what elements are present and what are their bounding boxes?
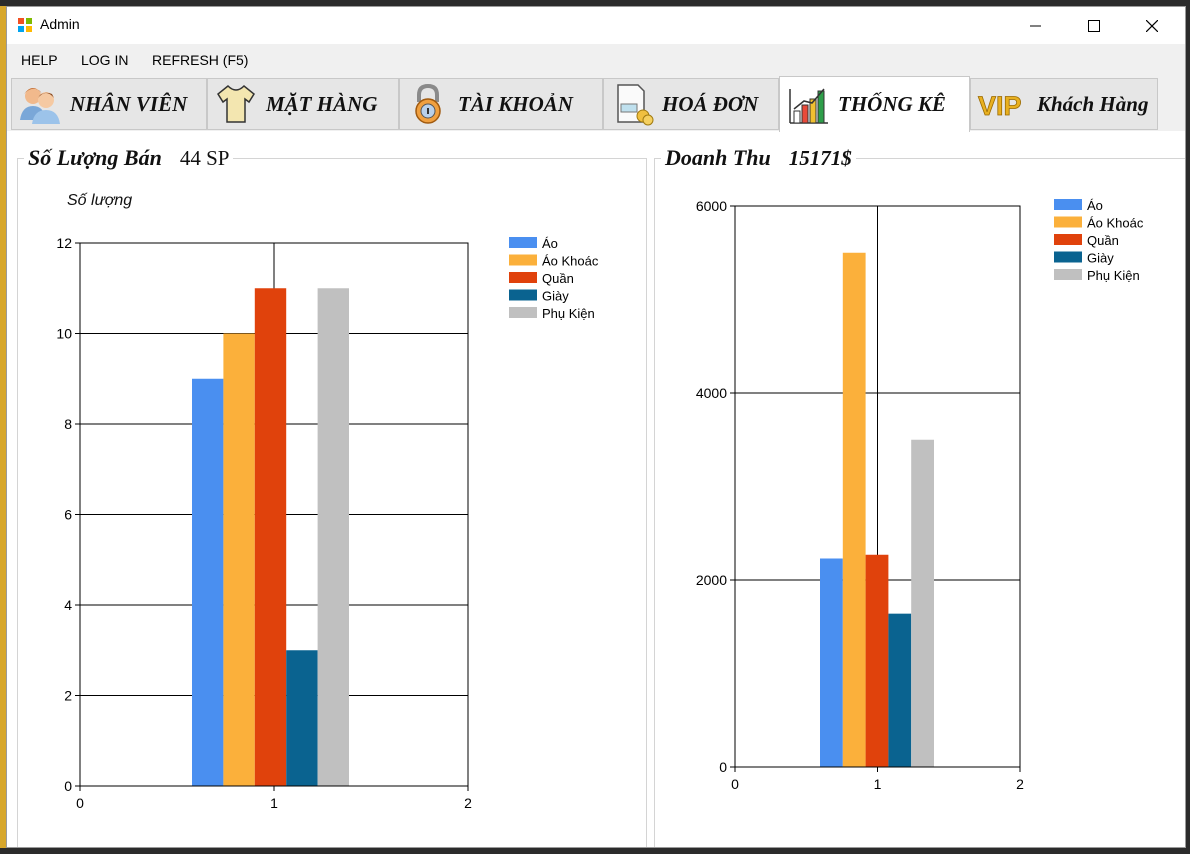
legend-swatch bbox=[509, 254, 537, 266]
legend-label: Áo bbox=[1087, 198, 1103, 213]
legend-label: Áo bbox=[542, 236, 558, 251]
tab-label: NHÂN VIÊN bbox=[70, 91, 188, 116]
menu-refresh[interactable]: REFRESH (F5) bbox=[152, 52, 248, 68]
y-tick-label: 2 bbox=[64, 688, 72, 704]
y-tick-label: 8 bbox=[64, 416, 72, 432]
window-title: Admin bbox=[40, 16, 80, 32]
statistics-panel: Số Lượng Bán 44 SP Doanh Thu 15171$ Số l… bbox=[7, 131, 1185, 847]
x-tick-label: 2 bbox=[464, 795, 472, 811]
y-tick-label: 0 bbox=[64, 778, 72, 794]
y-tick-label: 4000 bbox=[696, 385, 727, 401]
y-tick-label: 6 bbox=[64, 507, 72, 523]
bar-áo bbox=[192, 378, 224, 786]
invoice-coins-icon bbox=[617, 84, 654, 126]
close-icon bbox=[1146, 19, 1158, 32]
revenue-group-title: Doanh Thu 15171$ bbox=[661, 145, 856, 171]
x-tick-label: 1 bbox=[270, 795, 278, 811]
legend-label: Áo Khoác bbox=[542, 254, 599, 269]
legend-swatch bbox=[1054, 199, 1082, 210]
tab-label: Khách Hàng bbox=[1037, 91, 1149, 116]
x-tick-label: 0 bbox=[76, 795, 84, 811]
tab-strip: NHÂN VIÊN MẶT HÀNG TÀI KHOẢN HOÁ ĐƠN THỐ… bbox=[7, 76, 1185, 132]
tab-thong-ke[interactable]: THỐNG KÊ bbox=[779, 76, 970, 132]
legend-swatch bbox=[509, 307, 537, 318]
legend-label: Quần bbox=[542, 271, 574, 286]
bar-phụ-kiện bbox=[317, 288, 349, 786]
bar-áo-khoác bbox=[842, 252, 866, 767]
menu-help[interactable]: HELP bbox=[21, 52, 58, 68]
revenue-chart: 0 2000 4000 6000 0 1 2 Áo Áo Khoác Quần Giày Phụ Ki… bbox=[696, 198, 1144, 792]
app-icon bbox=[17, 17, 33, 33]
padlock-icon bbox=[415, 83, 441, 124]
quantity-label: Số Lượng Bán bbox=[28, 145, 162, 170]
tab-label: TÀI KHOẢN bbox=[458, 91, 573, 116]
legend-swatch bbox=[1054, 216, 1082, 228]
legend-label: Áo Khoác bbox=[1087, 216, 1144, 231]
tab-label: MẶT HÀNG bbox=[266, 91, 378, 116]
minimize-icon bbox=[1030, 25, 1041, 26]
legend-label: Giày bbox=[1087, 251, 1114, 266]
legend-label: Phụ Kiện bbox=[542, 306, 595, 321]
x-tick-label: 2 bbox=[1016, 776, 1024, 792]
bar-áo bbox=[820, 558, 843, 767]
admin-window: Admin HELP LOG IN REFRESH (F5) NHÂN VIÊN bbox=[6, 6, 1186, 848]
x-tick-label: 1 bbox=[874, 776, 882, 792]
y-tick-label: 0 bbox=[719, 759, 727, 775]
bar-quần bbox=[865, 554, 889, 767]
y-tick-label: 4 bbox=[64, 597, 72, 613]
close-button[interactable] bbox=[1123, 7, 1181, 44]
users-icon bbox=[20, 88, 60, 124]
quantity-group-title: Số Lượng Bán 44 SP bbox=[24, 145, 234, 171]
legend-label: Giày bbox=[542, 289, 569, 304]
legend-swatch bbox=[509, 237, 537, 248]
legend-swatch bbox=[1054, 269, 1082, 280]
legend-swatch bbox=[1054, 234, 1082, 245]
tab-nhan-vien[interactable]: NHÂN VIÊN bbox=[11, 78, 207, 130]
maximize-button[interactable] bbox=[1065, 7, 1123, 44]
menu-bar: HELP LOG IN REFRESH (F5) bbox=[7, 44, 1185, 76]
quantity-chart: Số lượng0246810120 1 2ÁoÁo KhoácQuầnGiàyPh… bbox=[56, 192, 599, 811]
quantity-value: 44 SP bbox=[179, 146, 230, 170]
tab-mat-hang[interactable]: MẶT HÀNG bbox=[207, 78, 399, 130]
revenue-value: 15171$ bbox=[788, 146, 852, 170]
tab-label: THỐNG KÊ bbox=[838, 92, 946, 116]
x-tick-label: 0 bbox=[731, 776, 739, 792]
legend-swatch bbox=[1054, 251, 1082, 263]
legend-label: Phụ Kiện bbox=[1087, 268, 1140, 283]
bar-giày bbox=[888, 613, 912, 767]
y-tick-label: 10 bbox=[56, 326, 72, 342]
menu-login[interactable]: LOG IN bbox=[81, 52, 128, 68]
legend-label: Quần bbox=[1087, 233, 1119, 248]
title-bar[interactable]: Admin bbox=[7, 7, 1185, 44]
y-tick-label: 6000 bbox=[696, 198, 727, 214]
y-tick-label: 2000 bbox=[696, 572, 727, 588]
tab-hoa-don[interactable]: HOÁ ĐƠN bbox=[603, 78, 779, 130]
bar-giày bbox=[286, 650, 318, 786]
maximize-icon bbox=[1088, 19, 1100, 32]
bar-chart-icon bbox=[789, 88, 828, 124]
shirt-icon bbox=[217, 84, 255, 123]
y-tick-label: 12 bbox=[56, 235, 72, 251]
legend-swatch bbox=[509, 272, 537, 283]
bar-áo-khoác bbox=[223, 333, 255, 786]
bar-quần bbox=[254, 288, 287, 786]
tab-khach-hang[interactable]: VIP Khách Hàng bbox=[970, 78, 1158, 130]
legend-swatch bbox=[509, 289, 537, 301]
y-axis-title: Số lượng bbox=[67, 192, 132, 209]
bar-phụ-kiện bbox=[911, 439, 934, 767]
vip-logo-text: VIP bbox=[978, 91, 1022, 121]
vip-icon: VIP bbox=[978, 91, 1022, 122]
minimize-button[interactable] bbox=[1007, 7, 1065, 44]
tab-label: HOÁ ĐƠN bbox=[662, 91, 759, 116]
revenue-label: Doanh Thu bbox=[665, 145, 771, 170]
tab-tai-khoan[interactable]: TÀI KHOẢN bbox=[399, 78, 603, 130]
